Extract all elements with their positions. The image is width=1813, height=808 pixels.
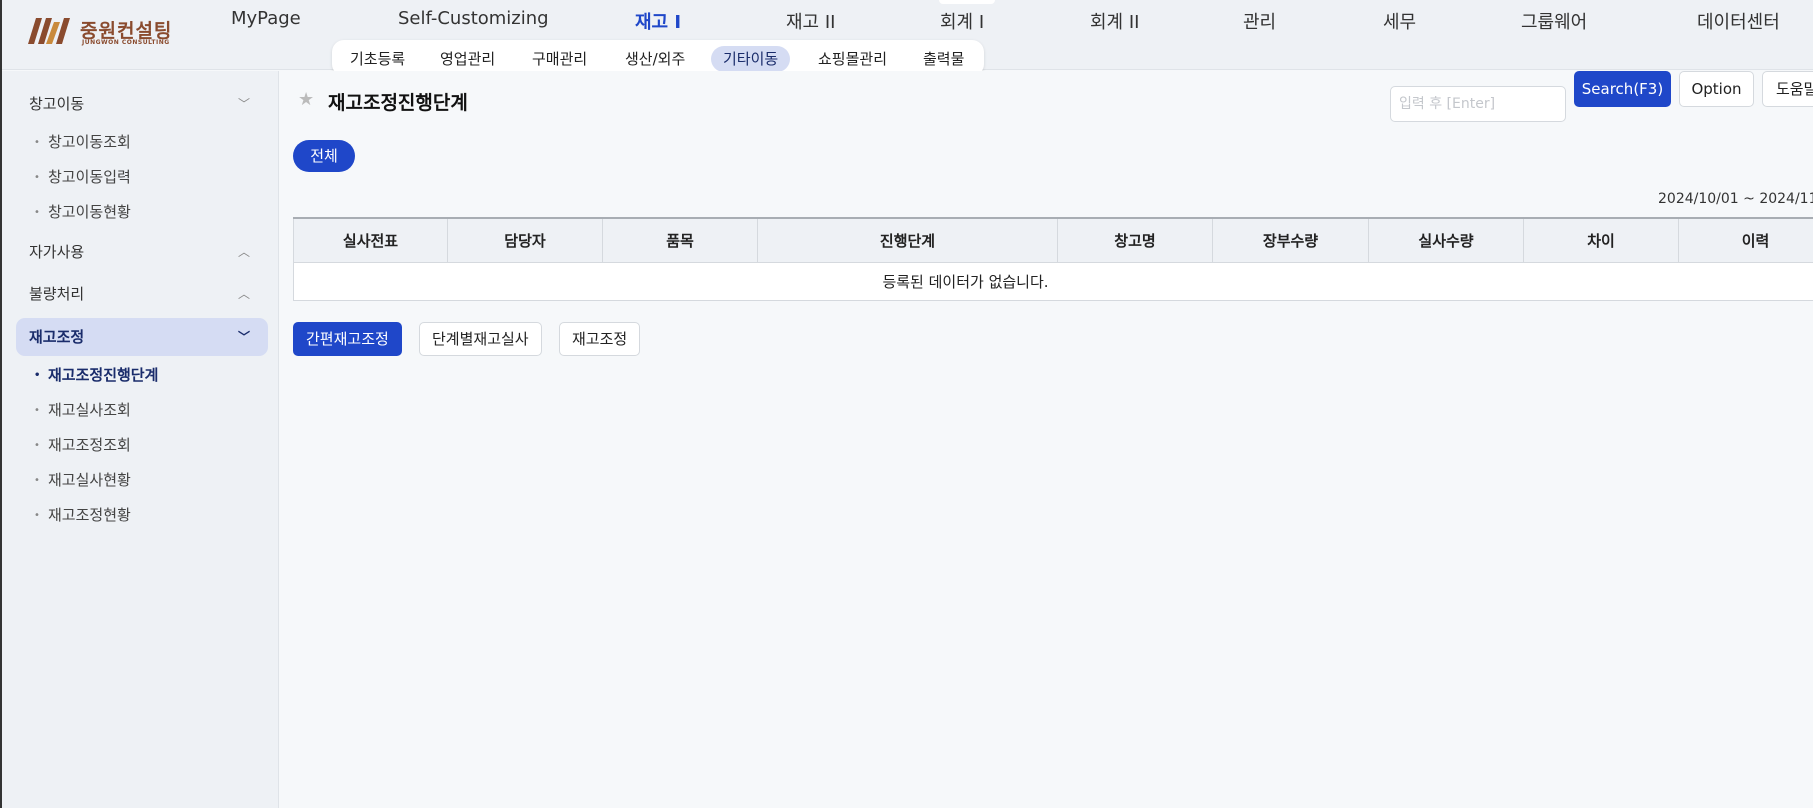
staged-stocktake-button[interactable]: 단계별재고실사 <box>419 322 542 356</box>
column-header[interactable]: 차이 <box>1524 219 1679 263</box>
option-button[interactable]: Option <box>1679 71 1754 107</box>
sidebar-group-self-use[interactable]: 자가사용 ︿ <box>16 233 268 271</box>
subnav-printouts[interactable]: 출력물 <box>911 46 976 72</box>
sidebar-item-stocktake-status[interactable]: • 재고실사현황 <box>34 469 131 490</box>
search-button[interactable]: Search(F3) <box>1574 71 1671 107</box>
sidebar-item-label: 재고조정진행단계 <box>48 366 159 384</box>
sidebar-group-label: 자가사용 <box>29 243 85 261</box>
sidebar-item-adjust-progress[interactable]: • 재고조정진행단계 <box>34 364 158 385</box>
sidebar-group-defect[interactable]: 불량처리 ︿ <box>16 275 268 313</box>
column-header[interactable]: 담당자 <box>448 219 603 263</box>
main-content: ★ 재고조정진행단계 Search(F3) Option 도움말 전체 2024… <box>280 71 1813 808</box>
sidebar-item-warehouse-move-status[interactable]: • 창고이동현황 <box>34 201 131 222</box>
column-header[interactable]: 진행단계 <box>758 219 1058 263</box>
sidebar-item-label: 재고조정현황 <box>48 506 131 524</box>
nav-inventory-2[interactable]: 재고 II <box>786 8 835 34</box>
nav-self-customizing[interactable]: Self-Customizing <box>398 8 549 29</box>
help-button[interactable]: 도움말 <box>1762 71 1813 107</box>
bullet-icon: • <box>34 137 40 148</box>
sidebar-item-adjust-status[interactable]: • 재고조정현황 <box>34 504 131 525</box>
column-header[interactable]: 이력 <box>1679 219 1813 263</box>
sidebar-item-label: 재고실사현황 <box>48 471 131 489</box>
bullet-icon: • <box>34 475 40 486</box>
nav-data-center[interactable]: 데이터센터 <box>1697 8 1780 34</box>
inventory-adjust-button[interactable]: 재고조정 <box>559 322 641 356</box>
subnav-other-movement[interactable]: 기타이동 <box>711 46 791 72</box>
sidebar-item-label: 재고실사조회 <box>48 401 131 419</box>
column-header[interactable]: 창고명 <box>1058 219 1213 263</box>
sidebar-item-stocktake-inquiry[interactable]: • 재고실사조회 <box>34 399 131 420</box>
subnav-sales[interactable]: 영업관리 <box>428 46 507 72</box>
sidebar-group-warehouse-move[interactable]: 창고이동 ﹀ <box>16 85 268 123</box>
sidebar-item-label: 창고이동조회 <box>48 133 131 151</box>
chevron-up-icon: ︿ <box>237 245 250 259</box>
nav-groupware[interactable]: 그룹웨어 <box>1521 8 1587 34</box>
nav-accounting-1[interactable]: 회계 I <box>940 8 984 34</box>
nav-mypage[interactable]: MyPage <box>231 8 301 29</box>
nav-accounting-2[interactable]: 회계 II <box>1090 8 1139 34</box>
bullet-icon: • <box>34 510 40 521</box>
main-nav: MyPage Self-Customizing 재고 I 재고 II 회계 I … <box>2 0 1813 40</box>
subnav-basic-registration[interactable]: 기초등록 <box>338 46 417 72</box>
quick-adjust-button[interactable]: 간편재고조정 <box>293 322 402 356</box>
bullet-icon: • <box>34 405 40 416</box>
column-header[interactable]: 실사전표 <box>293 219 448 263</box>
subnav-production[interactable]: 생산/외주 <box>613 46 697 72</box>
subnav-purchase[interactable]: 구매관리 <box>520 46 599 72</box>
date-range: 2024/10/01 ~ 2024/11/ <box>1658 191 1813 207</box>
nav-tax[interactable]: 세무 <box>1383 8 1416 34</box>
app-window: 중원컨설팅 JUNGWON CONSULTING MyPage Self-Cus… <box>0 0 1813 808</box>
bullet-icon: • <box>34 440 40 451</box>
sidebar: 창고이동 ﹀ • 창고이동조회 • 창고이동입력 • 창고이동현황 자가사용 ︿ 불량… <box>2 71 279 808</box>
nav-inventory-1[interactable]: 재고 I <box>635 8 681 34</box>
filter-all-tab[interactable]: 전체 <box>293 140 355 172</box>
sidebar-group-label: 창고이동 <box>29 95 85 113</box>
sidebar-group-label: 불량처리 <box>29 285 85 303</box>
bullet-icon: • <box>34 207 40 218</box>
nav-management[interactable]: 관리 <box>1243 8 1276 34</box>
sidebar-item-label: 재고조정조회 <box>48 436 131 454</box>
empty-message: 등록된 데이터가 없습니다. <box>882 273 1049 291</box>
grid-empty-row: 등록된 데이터가 없습니다. <box>293 263 1813 301</box>
sidebar-group-inventory-adjust[interactable]: 재고조정 ﹀ <box>16 318 268 356</box>
sidebar-item-warehouse-move-inquiry[interactable]: • 창고이동조회 <box>34 131 131 152</box>
page-title: 재고조정진행단계 <box>328 92 468 114</box>
chevron-down-icon: ﹀ <box>237 330 250 344</box>
chevron-up-icon: ︿ <box>237 287 250 301</box>
logo-text-en: JUNGWON CONSULTING <box>82 39 170 46</box>
sidebar-item-label: 창고이동현황 <box>48 203 131 221</box>
column-header[interactable]: 품목 <box>603 219 758 263</box>
chevron-down-icon: ﹀ <box>237 97 250 111</box>
sidebar-item-label: 창고이동입력 <box>48 168 131 186</box>
sidebar-group-label: 재고조정 <box>29 328 85 346</box>
column-header[interactable]: 실사수량 <box>1369 219 1524 263</box>
favorite-star-icon[interactable]: ★ <box>298 89 314 110</box>
top-bar: 중원컨설팅 JUNGWON CONSULTING MyPage Self-Cus… <box>2 0 1813 76</box>
grid-header: 실사전표 담당자 품목 진행단계 창고명 장부수량 실사수량 차이 이력 <box>293 217 1813 263</box>
column-header[interactable]: 장부수량 <box>1213 219 1369 263</box>
bullet-icon: • <box>34 370 41 381</box>
bullet-icon: • <box>34 172 40 183</box>
sidebar-item-warehouse-move-input[interactable]: • 창고이동입력 <box>34 166 131 187</box>
search-input[interactable] <box>1390 86 1566 122</box>
sidebar-item-adjust-inquiry[interactable]: • 재고조정조회 <box>34 434 131 455</box>
subnav-shopping-mall[interactable]: 쇼핑몰관리 <box>806 46 899 72</box>
